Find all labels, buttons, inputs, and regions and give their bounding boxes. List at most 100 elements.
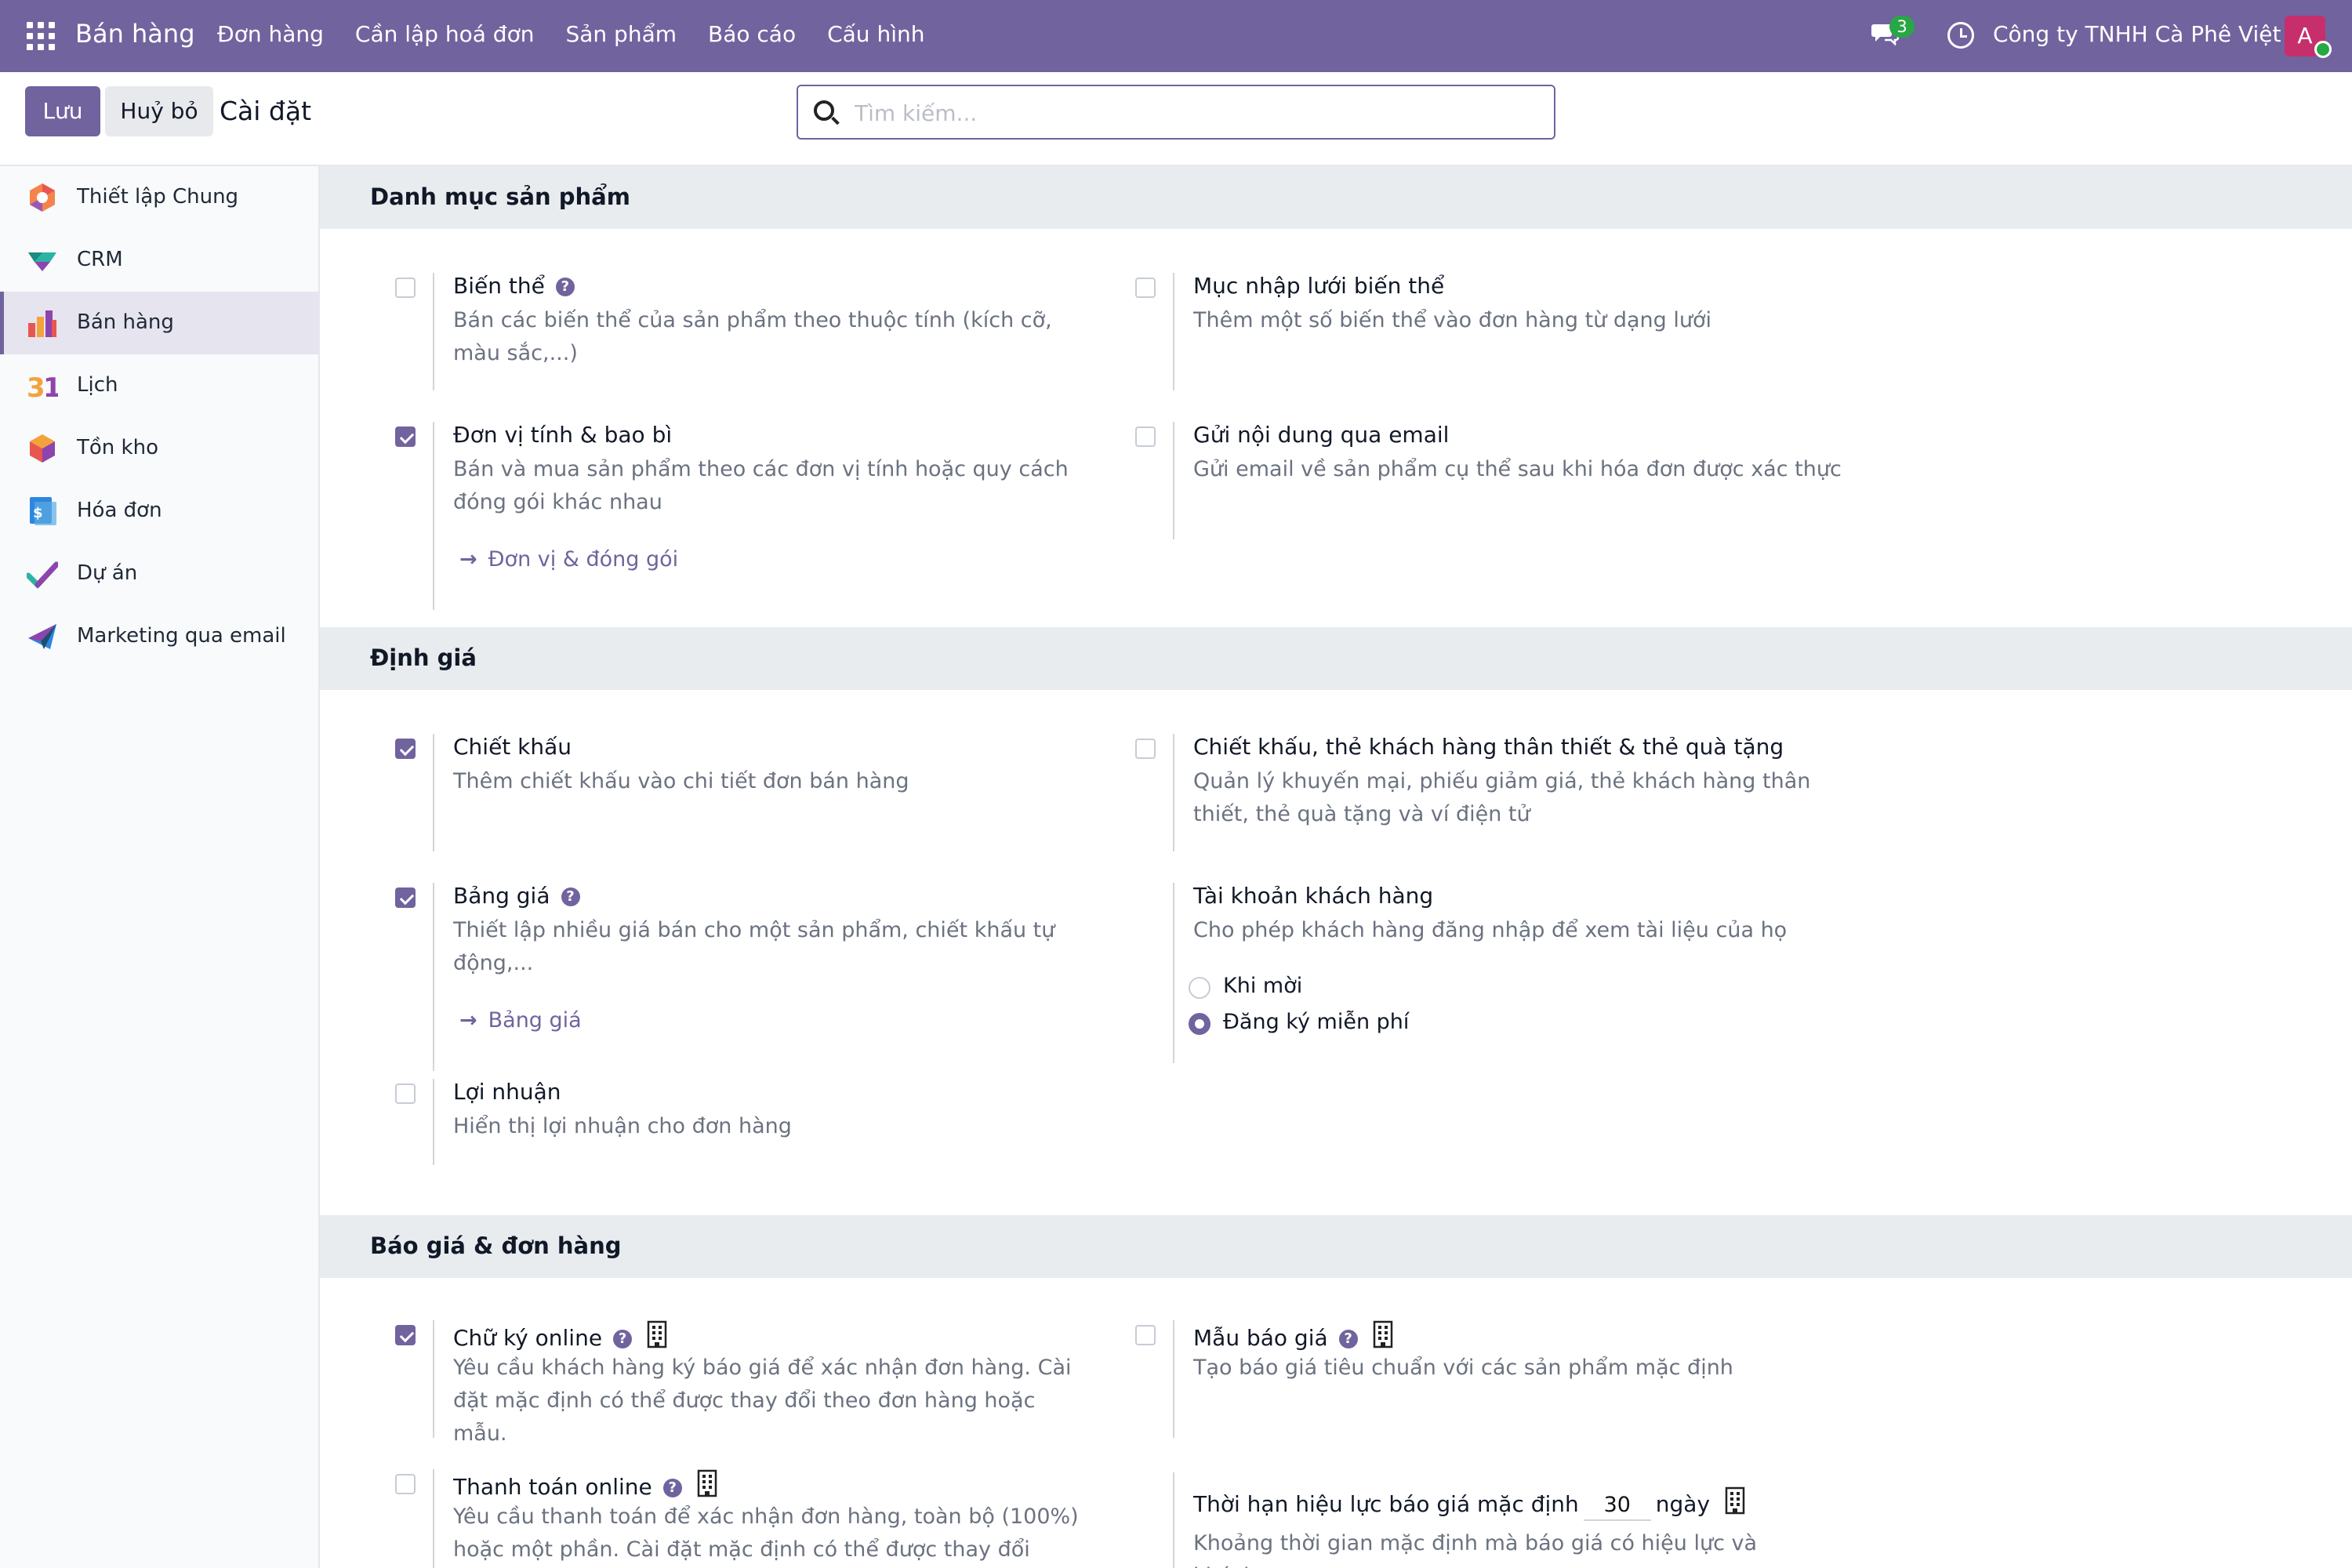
setting-title-text: Mẫu báo giá (1193, 1325, 1328, 1351)
sidebar-item-invoicing[interactable]: $ Hóa đơn (0, 480, 318, 543)
setting-title: Biến thể? (453, 273, 575, 299)
radio-button[interactable] (1189, 977, 1210, 999)
activity-clock-icon[interactable] (1947, 22, 1974, 49)
company-building-icon (647, 1320, 667, 1348)
help-icon[interactable]: ? (1338, 1330, 1358, 1348)
pricelists-link[interactable]: → Bảng giá (459, 1008, 582, 1033)
setting-margins: Lợi nhuận Hiển thị lợi nhuận cho đơn hàn… (320, 1079, 1057, 1196)
online-status-dot (2314, 41, 2332, 58)
sidebar-item-label: Dự án (77, 561, 138, 585)
setting-divider (1173, 883, 1174, 1063)
help-icon[interactable]: ? (561, 887, 580, 906)
setting-description: Yêu cầu thanh toán để xác nhận đơn hàng,… (453, 1504, 1079, 1562)
setting-description: Quản lý khuyến mại, phiếu giảm giá, thẻ … (1193, 769, 1811, 826)
quotation-templates-checkbox[interactable] (1135, 1325, 1156, 1345)
setting-divider (433, 273, 434, 390)
setting-uom-packaging: Đơn vị tính & bao bì Bán và mua sản phẩm… (320, 422, 1069, 610)
uom-checkbox[interactable] (395, 426, 416, 447)
loyalty-checkbox[interactable] (1135, 739, 1156, 759)
radio-label: Đăng ký miễn phí (1223, 1010, 1410, 1034)
sidebar-item-general-settings[interactable]: Thiết lập Chung (0, 166, 318, 229)
settings-sidebar: Thiết lập Chung CRM Bán hàng 3 1 Lịch Tồ… (0, 166, 320, 1568)
discounts-checkbox[interactable] (395, 739, 416, 759)
setting-description: Bán và mua sản phẩm theo các đơn vị tính… (453, 457, 1069, 514)
setting-online-signature: Chữ ký online? Yêu cầu khách hàng ký báo… (320, 1320, 1071, 1454)
app-title[interactable]: Bán hàng (75, 19, 195, 49)
svg-text:1: 1 (43, 372, 58, 401)
setting-title-text: Bảng giá (453, 883, 550, 909)
sidebar-item-label: Lịch (77, 373, 118, 397)
help-icon[interactable]: ? (662, 1479, 682, 1497)
setting-divider (433, 1079, 434, 1165)
setting-divider (1173, 422, 1174, 539)
sidebar-item-calendar[interactable]: 3 1 Lịch (0, 354, 318, 417)
setting-customer-account: Tài khoản khách hàng Cho phép khách hàng… (1060, 883, 1797, 1063)
setting-title: Lợi nhuận (453, 1079, 561, 1105)
section-title: Định giá (370, 644, 477, 671)
invoicing-icon: $ (30, 497, 56, 525)
menu-products[interactable]: Sản phẩm (565, 21, 677, 47)
sales-icon (28, 310, 56, 337)
menu-orders[interactable]: Đơn hàng (217, 21, 324, 47)
settings-search (797, 85, 1555, 140)
save-button[interactable]: Lưu (25, 86, 100, 136)
uom-packaging-link[interactable]: → Đơn vị & đóng gói (459, 547, 678, 572)
menu-to-invoice[interactable]: Cần lập hoá đơn (355, 21, 535, 47)
general-settings-icon (30, 183, 55, 212)
sidebar-item-inventory[interactable]: Tồn kho (0, 417, 318, 480)
svg-text:$: $ (33, 505, 43, 521)
setting-title: Gửi nội dung qua email (1193, 422, 1450, 448)
sidebar-item-sales[interactable]: Bán hàng (0, 292, 318, 354)
online-payment-checkbox[interactable] (395, 1474, 416, 1494)
setting-title-text: Thanh toán online (453, 1474, 652, 1500)
setting-title: Chữ ký online? (453, 1320, 668, 1351)
section-title: Báo giá & đơn hàng (370, 1232, 622, 1259)
setting-title: Thời hạn hiệu lực báo giá mặc định ngày (1193, 1486, 1746, 1521)
search-input[interactable] (855, 97, 1537, 129)
setting-divider (1173, 1320, 1174, 1438)
company-switcher[interactable]: Công ty TNHH Cà Phê Việt (1993, 21, 2281, 47)
email-content-checkbox[interactable] (1135, 426, 1156, 447)
setting-title-text: Thời hạn hiệu lực báo giá mặc định (1193, 1491, 1579, 1517)
setting-description: Yêu cầu khách hàng ký báo giá để xác nhậ… (453, 1356, 1072, 1446)
setting-title: Đơn vị tính & bao bì (453, 422, 673, 448)
cancel-button[interactable]: Huỷ bỏ (105, 86, 213, 136)
setting-title-text: Chữ ký online (453, 1325, 603, 1351)
menu-reporting[interactable]: Báo cáo (708, 21, 796, 47)
validity-days-input[interactable] (1583, 1490, 1651, 1521)
crm-icon (28, 252, 56, 271)
setting-divider (1173, 1472, 1174, 1568)
setting-title: Chiết khấu (453, 734, 572, 760)
grid-entry-checkbox[interactable] (1135, 278, 1156, 298)
section-header-catalog: Danh mục sản phẩm (320, 166, 2352, 229)
app-grid-icon[interactable] (27, 22, 55, 50)
help-icon[interactable]: ? (555, 278, 575, 296)
setting-divider (1173, 734, 1174, 851)
setting-divider (433, 1320, 434, 1438)
radio-label: Khi mời (1223, 974, 1303, 998)
link-label: Bảng giá (488, 1008, 582, 1033)
sidebar-item-crm[interactable]: CRM (0, 229, 318, 292)
setting-quotation-templates: Mẫu báo giá? Tạo báo giá tiêu chuẩn với … (1060, 1320, 1797, 1438)
help-icon[interactable]: ? (613, 1330, 633, 1348)
setting-divider (433, 883, 434, 1071)
setting-description: Gửi email về sản phẩm cụ thể sau khi hóa… (1193, 457, 1842, 481)
setting-description: Thêm chiết khấu vào chi tiết đơn bán hàn… (453, 769, 909, 793)
pricelists-checkbox[interactable] (395, 887, 416, 908)
company-building-icon (1725, 1486, 1745, 1515)
setting-title: Tài khoản khách hàng (1193, 883, 1434, 909)
sidebar-item-label: Hóa đơn (77, 499, 162, 522)
radio-button[interactable] (1189, 1013, 1210, 1035)
validity-unit: ngày (1655, 1491, 1711, 1517)
setting-title: Chiết khấu, thẻ khách hàng thân thiết & … (1193, 734, 1784, 760)
margins-checkbox[interactable] (395, 1083, 416, 1104)
section-title: Danh mục sản phẩm (370, 183, 630, 210)
menu-configuration[interactable]: Cấu hình (827, 21, 924, 47)
variants-checkbox[interactable] (395, 278, 416, 298)
setting-title: Mẫu báo giá? (1193, 1320, 1394, 1351)
online-signature-checkbox[interactable] (395, 1325, 416, 1345)
sidebar-item-project[interactable]: Dự án (0, 543, 318, 605)
setting-divider (433, 734, 434, 851)
sidebar-item-email-marketing[interactable]: Marketing qua email (0, 605, 318, 668)
setting-description: Khoảng thời gian mặc định mà báo giá có … (1193, 1531, 1758, 1568)
